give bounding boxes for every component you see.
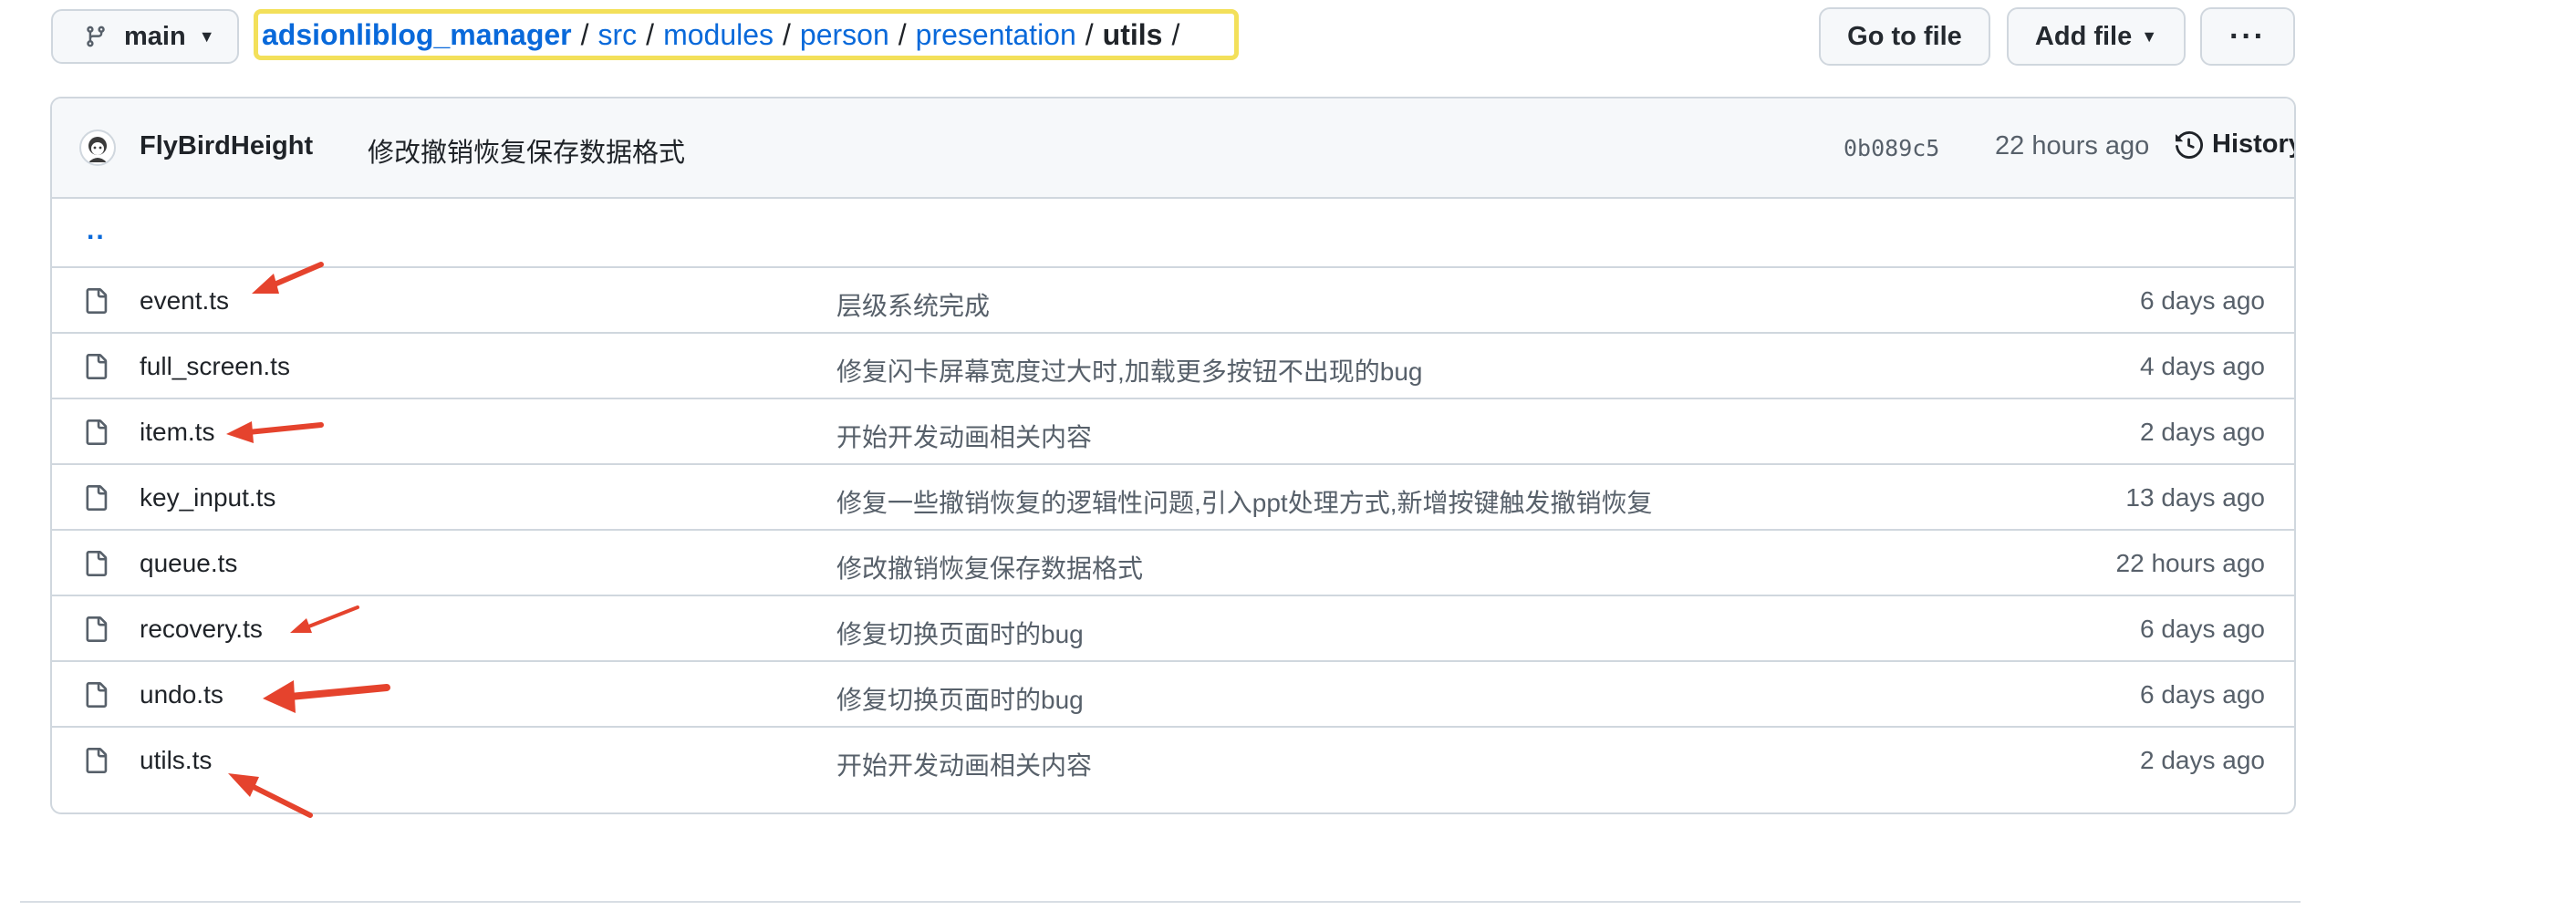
parent-directory-row[interactable]: .. — [52, 199, 2294, 266]
breadcrumb-current: utils — [1102, 17, 1163, 51]
breadcrumb-separator: / — [898, 17, 907, 51]
file-name-link[interactable]: item.ts — [140, 418, 214, 447]
file-commit-age: 6 days ago — [2140, 286, 2265, 315]
breadcrumb: adsionliblog_manager / src / modules / p… — [254, 9, 1239, 60]
file-icon — [86, 354, 108, 379]
parent-directory-link[interactable]: .. — [87, 215, 106, 246]
file-row: undo.ts 修复切换页面时的bug 6 days ago — [52, 660, 2294, 726]
file-commit-age: 13 days ago — [2125, 483, 2265, 512]
file-row: key_input.ts 修复一些撤销恢复的逻辑性问题,引入ppt处理方式,新增… — [52, 463, 2294, 529]
file-commit-message-link[interactable]: 开始开发动画相关内容 — [836, 418, 1092, 454]
file-commit-message-link[interactable]: 修复切换页面时的bug — [836, 680, 1084, 717]
file-commit-message-link[interactable]: 修复闪卡屏幕宽度过大时,加载更多按钮不出现的bug — [836, 352, 1423, 388]
more-options-button[interactable]: ··· — [2200, 7, 2295, 66]
file-icon — [86, 485, 108, 511]
commit-author-link[interactable]: FlyBirdHeight — [140, 131, 313, 161]
file-commit-message-link[interactable]: 层级系统完成 — [836, 286, 990, 323]
breadcrumb-presentation-link[interactable]: presentation — [916, 18, 1076, 52]
history-icon — [2176, 130, 2203, 159]
file-commit-message-link[interactable]: 开始开发动画相关内容 — [836, 746, 1092, 782]
caret-down-icon: ▼ — [2141, 26, 2158, 46]
file-row: recovery.ts 修复切换页面时的bug 6 days ago — [52, 595, 2294, 660]
file-commit-message-link[interactable]: 修改撤销恢复保存数据格式 — [836, 549, 1143, 585]
go-to-file-label: Go to file — [1847, 21, 1962, 51]
file-row: queue.ts 修改撤销恢复保存数据格式 22 hours ago — [52, 529, 2294, 595]
breadcrumb-separator: / — [580, 17, 589, 51]
commit-sha-link[interactable]: 0b089c5 — [1844, 135, 1939, 161]
file-icon — [86, 616, 108, 642]
file-commit-message-link[interactable]: 修复切换页面时的bug — [836, 615, 1084, 651]
file-name-link[interactable]: event.ts — [140, 286, 229, 316]
latest-commit-bar: FlyBirdHeight 修改撤销恢复保存数据格式 0b089c5 22 ho… — [52, 98, 2294, 199]
file-commit-age: 2 days ago — [2140, 418, 2265, 446]
file-icon — [86, 419, 108, 445]
file-name-link[interactable]: key_input.ts — [140, 483, 275, 512]
author-avatar[interactable] — [79, 129, 116, 166]
file-icon — [86, 682, 108, 708]
commit-message-link[interactable]: 修改撤销恢复保存数据格式 — [368, 131, 685, 170]
breadcrumb-src-link[interactable]: src — [598, 18, 638, 52]
breadcrumb-repo-link[interactable]: adsionliblog_manager — [262, 18, 572, 52]
git-branch-icon — [87, 26, 105, 47]
file-commit-age: 2 days ago — [2140, 746, 2265, 774]
branch-selector-button[interactable]: main ▼ — [51, 9, 239, 64]
breadcrumb-separator: / — [646, 17, 655, 51]
go-to-file-button[interactable]: Go to file — [1819, 7, 1990, 66]
add-file-label: Add file — [2034, 21, 2133, 51]
file-icon — [86, 288, 108, 314]
add-file-button[interactable]: Add file ▼ — [2007, 7, 2186, 66]
file-row: utils.ts 开始开发动画相关内容 2 days ago — [52, 726, 2294, 792]
file-icon — [86, 748, 108, 773]
file-name-link[interactable]: queue.ts — [140, 549, 237, 578]
section-divider — [20, 901, 2301, 903]
file-commit-age: 6 days ago — [2140, 615, 2265, 643]
commit-time: 22 hours ago — [1995, 131, 2150, 160]
avatar-image-icon — [88, 137, 107, 162]
breadcrumb-modules-link[interactable]: modules — [663, 18, 774, 52]
file-row: full_screen.ts 修复闪卡屏幕宽度过大时,加载更多按钮不出现的bug… — [52, 332, 2294, 398]
file-name-link[interactable]: recovery.ts — [140, 615, 263, 644]
file-name-link[interactable]: utils.ts — [140, 746, 212, 775]
file-row: event.ts 层级系统完成 6 days ago — [52, 266, 2294, 332]
file-commit-age: 4 days ago — [2140, 352, 2265, 380]
file-name-link[interactable]: full_screen.ts — [140, 352, 290, 381]
file-name-link[interactable]: undo.ts — [140, 680, 223, 709]
branch-name: main — [124, 21, 186, 51]
file-icon — [86, 551, 108, 576]
caret-down-icon: ▼ — [198, 26, 215, 46]
file-list: FlyBirdHeight 修改撤销恢复保存数据格式 0b089c5 22 ho… — [50, 97, 2296, 814]
file-commit-age: 22 hours ago — [2115, 549, 2265, 577]
breadcrumb-separator: / — [1085, 17, 1094, 51]
breadcrumb-person-link[interactable]: person — [800, 18, 889, 52]
file-commit-age: 6 days ago — [2140, 680, 2265, 709]
kebab-horizontal-icon: ··· — [2229, 18, 2266, 54]
file-row: item.ts 开始开发动画相关内容 2 days ago — [52, 398, 2294, 463]
breadcrumb-separator: / — [783, 17, 791, 51]
history-label: History — [2212, 129, 2296, 159]
history-link[interactable]: History — [2176, 129, 2296, 160]
file-commit-message-link[interactable]: 修复一些撤销恢复的逻辑性问题,引入ppt处理方式,新增按键触发撤销恢复 — [836, 483, 1653, 520]
breadcrumb-separator: / — [1171, 17, 1180, 51]
